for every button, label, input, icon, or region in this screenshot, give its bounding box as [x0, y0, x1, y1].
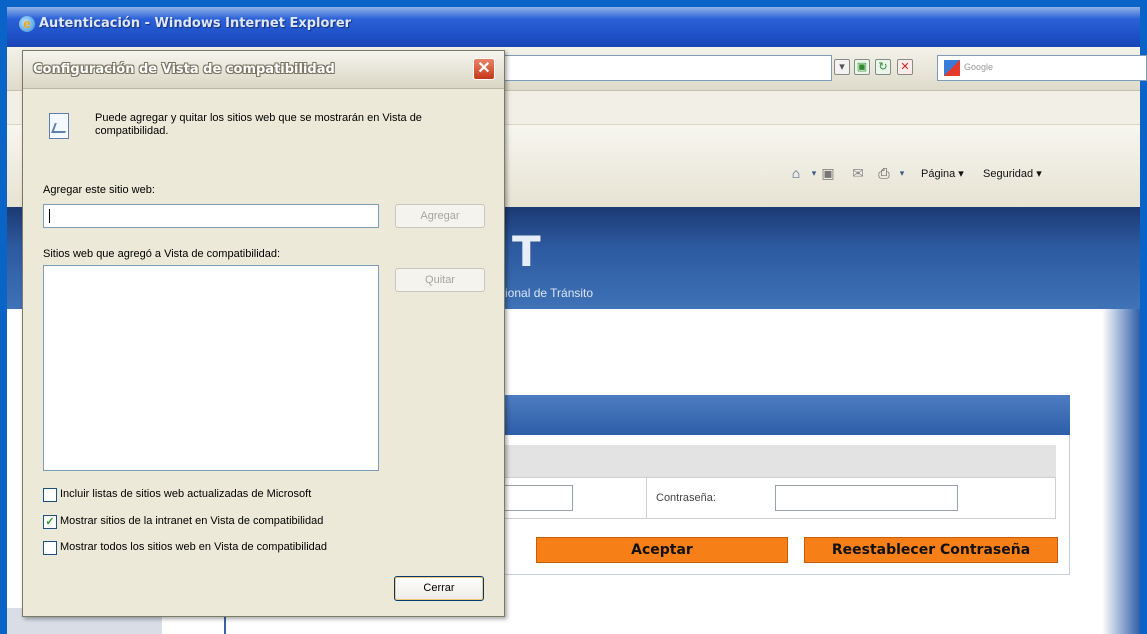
add-button[interactable]: Agregar: [395, 204, 485, 228]
checkbox-label: Incluir listas de sitios web actualizada…: [60, 488, 312, 500]
dialog-title-bar: Configuración de Vista de compatibilidad…: [23, 51, 504, 89]
checkbox-label: Mostrar sitios de la intranet en Vista d…: [60, 515, 324, 527]
password-label: Contraseña:: [656, 492, 716, 504]
site-list[interactable]: [43, 265, 379, 471]
accept-button[interactable]: Aceptar: [536, 537, 788, 563]
text-caret: [49, 209, 50, 223]
dialog-description: Puede agregar y quitar los sitios web qu…: [95, 112, 422, 137]
password-input[interactable]: [775, 485, 958, 511]
print-icon[interactable]: ⎙: [875, 165, 893, 181]
compatibility-view-icon[interactable]: ▣: [854, 59, 870, 75]
refresh-icon[interactable]: ↻: [875, 59, 891, 75]
checkbox-label: Mostrar todos los sitios web en Vista de…: [60, 541, 327, 553]
compatibility-view-dialog: Configuración de Vista de compatibilidad…: [22, 50, 505, 617]
mail-icon[interactable]: ✉: [849, 165, 867, 181]
checkbox[interactable]: [43, 488, 57, 502]
checkmark-icon[interactable]: ✓: [43, 515, 57, 529]
divider: [646, 477, 647, 519]
page-menu[interactable]: Página ▾: [921, 167, 964, 180]
dropdown-arrow-icon[interactable]: ▾: [893, 165, 911, 181]
close-button[interactable]: Cerrar: [394, 576, 484, 601]
stop-icon[interactable]: ✕: [897, 59, 913, 75]
username-input[interactable]: [500, 485, 573, 511]
login-subheader: [500, 445, 1056, 477]
webpage-icon: [49, 113, 69, 139]
ie-title-bar: e Autenticación - Windows Internet Explo…: [7, 7, 1140, 47]
home-icon[interactable]: ⌂: [787, 165, 805, 181]
window-title: Autenticación - Windows Internet Explore…: [39, 16, 352, 31]
search-field[interactable]: Google: [937, 55, 1147, 81]
internet-explorer-icon: e: [19, 16, 35, 32]
google-logo-icon: [944, 60, 960, 76]
add-site-label: Agregar este sitio web:: [43, 184, 155, 196]
close-icon[interactable]: ✕: [473, 58, 495, 80]
address-field[interactable]: [502, 55, 832, 81]
dropdown-arrow-icon[interactable]: ▾: [834, 59, 850, 75]
reset-password-button[interactable]: Reestablecer Contraseña: [804, 537, 1058, 563]
security-menu[interactable]: Seguridad ▾: [983, 167, 1042, 180]
feeds-icon[interactable]: ▣: [819, 165, 837, 181]
checkbox[interactable]: [43, 541, 57, 555]
site-logo: T: [512, 227, 541, 276]
page-side-gradient: [1102, 309, 1140, 634]
search-placeholder: Google: [964, 62, 994, 72]
login-header: [500, 395, 1070, 435]
dialog-title: Configuración de Vista de compatibilidad: [33, 62, 335, 77]
remove-button[interactable]: Quitar: [395, 268, 485, 292]
site-list-label: Sitios web que agregó a Vista de compati…: [43, 248, 281, 260]
add-site-input[interactable]: [43, 204, 379, 228]
site-subtitle: cional de Tránsito: [499, 286, 594, 300]
